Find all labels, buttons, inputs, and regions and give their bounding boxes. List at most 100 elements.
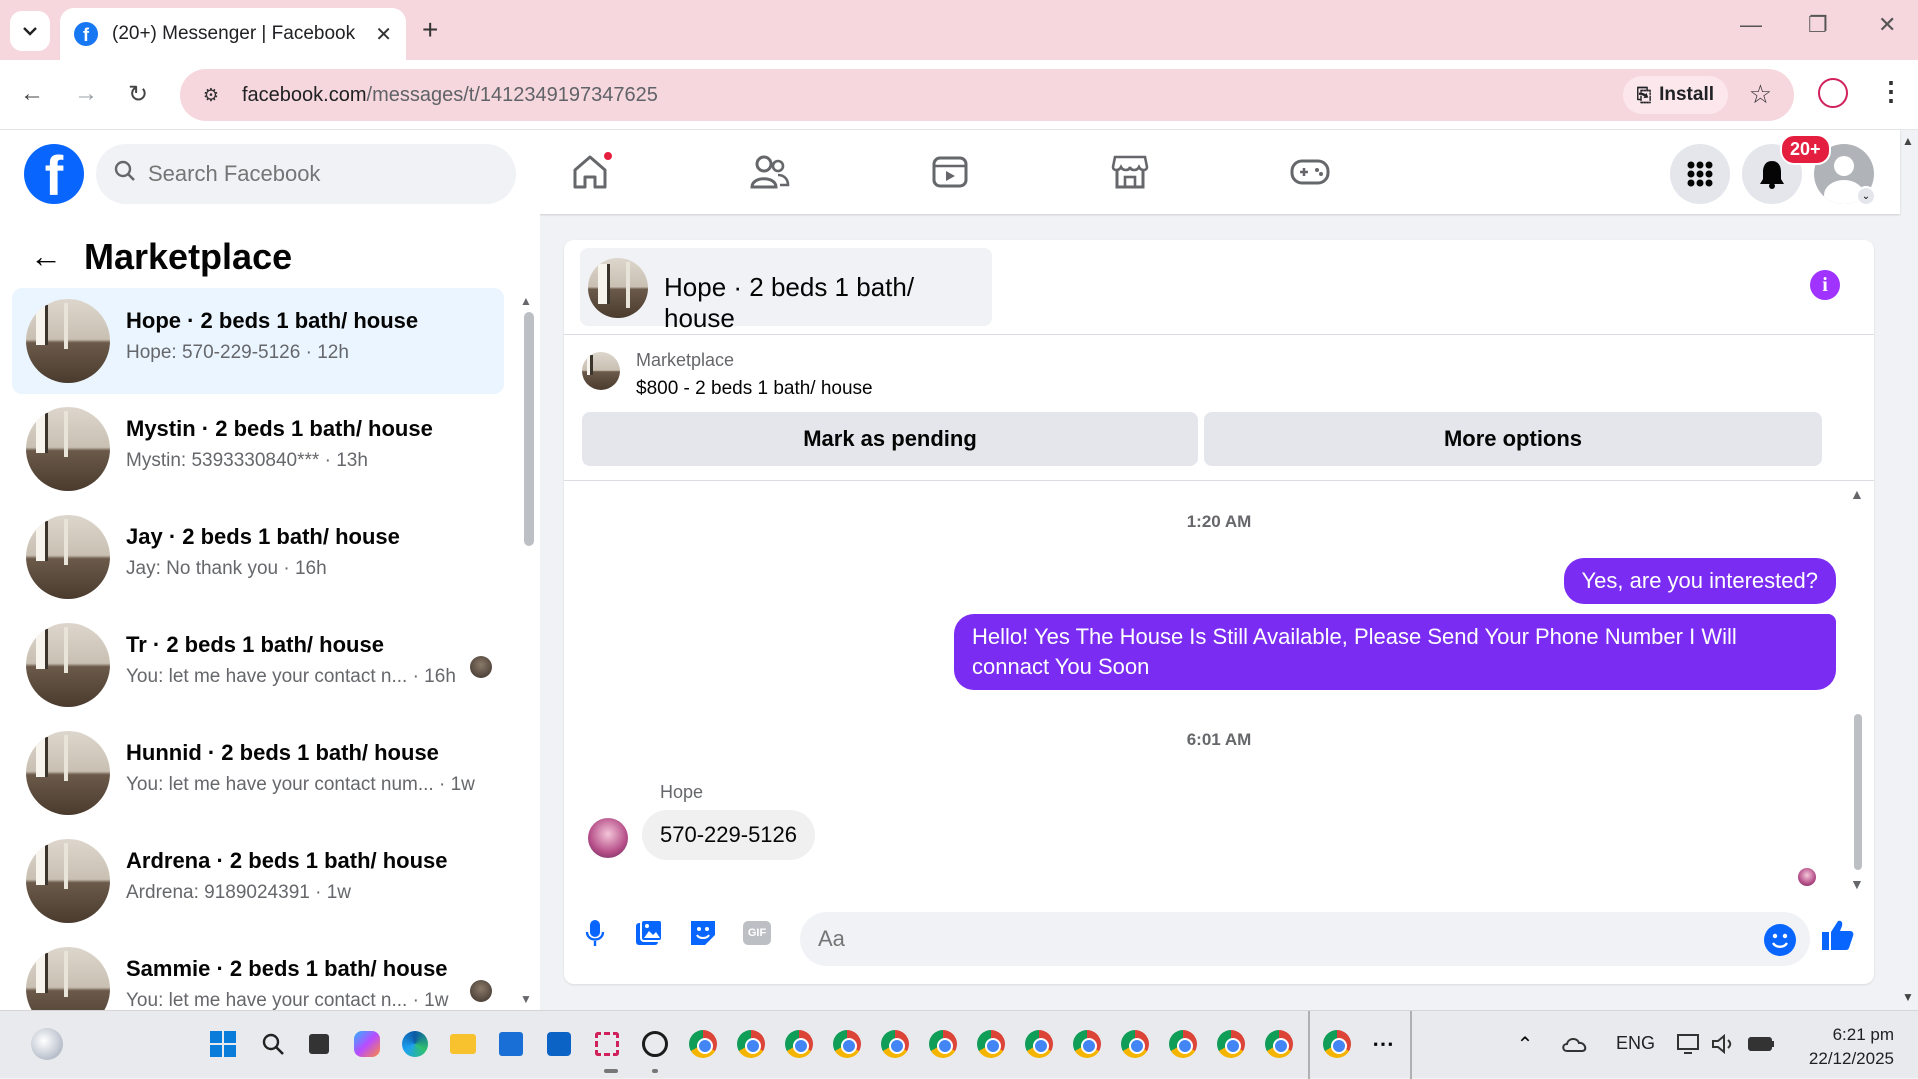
bookmark-star-icon[interactable]: ☆ (1749, 79, 1772, 110)
address-bar[interactable]: ⚙ facebook.com/messages/t/14123491973476… (180, 69, 1794, 121)
tab-close-icon[interactable]: ✕ (375, 22, 392, 47)
conversation-item[interactable]: Hunnid · 2 beds 1 bath/ house You: let m… (12, 720, 504, 826)
restore-button[interactable]: ❐ (1808, 12, 1828, 38)
more-apps-icon[interactable]: ⋯ (1366, 1027, 1400, 1061)
info-icon[interactable]: i (1810, 270, 1840, 300)
edge-icon[interactable] (398, 1027, 432, 1061)
battery-icon[interactable] (1744, 1027, 1778, 1061)
chat-scroll-down-arrow[interactable]: ▼ (1850, 876, 1864, 892)
outlook-icon[interactable] (542, 1027, 576, 1061)
close-window-button[interactable]: ✕ (1878, 12, 1896, 38)
message-input[interactable] (818, 926, 1718, 952)
taskbar-search-icon[interactable] (256, 1027, 290, 1061)
conversation-item[interactable]: Ardrena · 2 beds 1 bath/ house Ardrena: … (12, 828, 504, 934)
listing-thumbnail (26, 299, 110, 383)
chrome-icon[interactable] (926, 1027, 960, 1061)
microsoft-store-icon[interactable] (494, 1027, 528, 1061)
more-options-button[interactable]: More options (1204, 412, 1822, 466)
chrome-icon[interactable] (1262, 1027, 1296, 1061)
chrome-icon[interactable] (1118, 1027, 1152, 1061)
chrome-icon[interactable] (1022, 1027, 1056, 1061)
list-scrollbar[interactable] (524, 312, 534, 546)
tab-search-dropdown[interactable] (10, 11, 50, 51)
chrome-icon[interactable] (734, 1027, 768, 1061)
start-windows-icon[interactable] (206, 1027, 240, 1061)
chrome-icon[interactable] (878, 1027, 912, 1061)
listing-thumbnail (588, 258, 648, 318)
whatsapp-icon[interactable] (638, 1027, 672, 1061)
snipping-tool-icon[interactable] (590, 1027, 624, 1061)
site-settings-icon[interactable]: ⚙ (198, 82, 224, 108)
search-input[interactable] (148, 161, 478, 187)
chat-header[interactable]: Hope · 2 beds 1 bath/ house (580, 248, 992, 333)
outgoing-message[interactable]: Yes, are you interested? (1563, 558, 1836, 604)
new-tab-button[interactable]: + (422, 14, 438, 46)
chrome-icon[interactable] (830, 1027, 864, 1061)
facebook-logo[interactable]: f (24, 144, 84, 204)
video-icon[interactable] (928, 150, 972, 194)
back-arrow-icon[interactable]: ← (30, 238, 62, 275)
volume-icon[interactable] (1706, 1027, 1740, 1061)
incoming-message[interactable]: 570-229-5126 (642, 810, 816, 860)
system-clock[interactable]: 6:21 pm 22/12/2025 (1809, 1023, 1894, 1071)
widgets-icon[interactable] (30, 1027, 64, 1061)
chrome-icon[interactable] (782, 1027, 816, 1061)
gaming-icon[interactable] (1288, 150, 1332, 194)
reload-button[interactable]: ↻ (128, 80, 148, 109)
sticker-icon[interactable] (686, 916, 720, 950)
chat-scroll-up-arrow[interactable]: ▲ (1850, 486, 1864, 502)
onedrive-cloud-icon[interactable] (1558, 1027, 1592, 1061)
listing-price[interactable]: $800 - 2 beds 1 bath/ house (636, 378, 873, 400)
chrome-icon[interactable] (1214, 1027, 1248, 1061)
copilot-icon[interactable] (350, 1027, 384, 1061)
scroll-down-arrow[interactable]: ▼ (520, 992, 532, 1006)
chrome-icon[interactable] (1070, 1027, 1104, 1061)
conversation-item[interactable]: Jay · 2 beds 1 bath/ house Jay: No thank… (12, 504, 504, 610)
install-button[interactable]: ⎘ Install (1622, 76, 1728, 114)
sender-avatar[interactable] (588, 818, 628, 858)
gif-icon[interactable]: GIF (740, 916, 774, 950)
marketplace-icon[interactable] (1108, 150, 1152, 194)
like-thumbs-up-icon[interactable] (1820, 918, 1854, 961)
task-view-icon[interactable] (302, 1027, 336, 1061)
chat-scrollbar[interactable] (1854, 714, 1862, 870)
scroll-up-arrow[interactable]: ▲ (520, 294, 532, 308)
page-scroll-down-arrow[interactable]: ▼ (1902, 990, 1914, 1004)
conversation-name: Hunnid · 2 beds 1 bath/ house (126, 740, 439, 765)
chrome-icon[interactable] (1166, 1027, 1200, 1061)
conversation-name: Tr · 2 beds 1 bath/ house (126, 632, 384, 657)
outgoing-message[interactable]: Hello! Yes The House Is Still Available,… (954, 614, 1836, 690)
chrome-icon[interactable] (1320, 1027, 1354, 1061)
browser-tab-messenger[interactable]: f (20+) Messenger | Facebook ✕ (60, 8, 406, 60)
chrome-icon[interactable] (686, 1027, 720, 1061)
read-receipt-avatar (1798, 868, 1816, 886)
photo-icon[interactable] (632, 916, 666, 950)
minimize-button[interactable]: — (1740, 12, 1762, 38)
forward-button[interactable]: → (74, 80, 98, 108)
conversation-item[interactable]: Tr · 2 beds 1 bath/ house You: let me ha… (12, 612, 504, 718)
menu-grid-icon[interactable] (1670, 144, 1730, 204)
microphone-icon[interactable] (578, 916, 612, 950)
conversation-item[interactable]: Mystin · 2 beds 1 bath/ house Mystin: 53… (12, 396, 504, 502)
message-composer[interactable] (800, 912, 1810, 966)
listing-thumbnail (26, 947, 110, 1010)
emoji-icon[interactable] (1764, 924, 1796, 956)
conversation-item[interactable]: Sammie · 2 beds 1 bath/ house You: let m… (12, 936, 504, 1010)
marketplace-chat-list: ← Marketplace Hope · 2 beds 1 bath/ hous… (0, 214, 540, 1010)
show-hidden-icons-chevron-icon[interactable]: ⌃ (1508, 1027, 1542, 1061)
friends-icon[interactable] (748, 150, 792, 194)
file-explorer-icon[interactable] (446, 1027, 480, 1061)
account-chevron-icon[interactable]: ⌄ (1856, 186, 1876, 206)
chrome-icon[interactable] (974, 1027, 1008, 1061)
page-scroll-up-arrow[interactable]: ▲ (1902, 134, 1914, 148)
browser-profile-icon[interactable] (1818, 78, 1848, 108)
conversation-item[interactable]: Hope · 2 beds 1 bath/ house Hope: 570-22… (12, 288, 504, 394)
conversation-preview: Jay: No thank you · 16h (126, 558, 327, 579)
search-bar[interactable] (96, 144, 516, 204)
mark-as-pending-button[interactable]: Mark as pending (582, 412, 1198, 466)
url-text[interactable]: facebook.com/messages/t/1412349197347625 (242, 84, 658, 107)
browser-menu-icon[interactable]: ⋮ (1878, 76, 1904, 107)
back-button[interactable]: ← (20, 80, 44, 108)
language-indicator[interactable]: ENG (1616, 1033, 1655, 1054)
network-icon[interactable] (1672, 1027, 1706, 1061)
